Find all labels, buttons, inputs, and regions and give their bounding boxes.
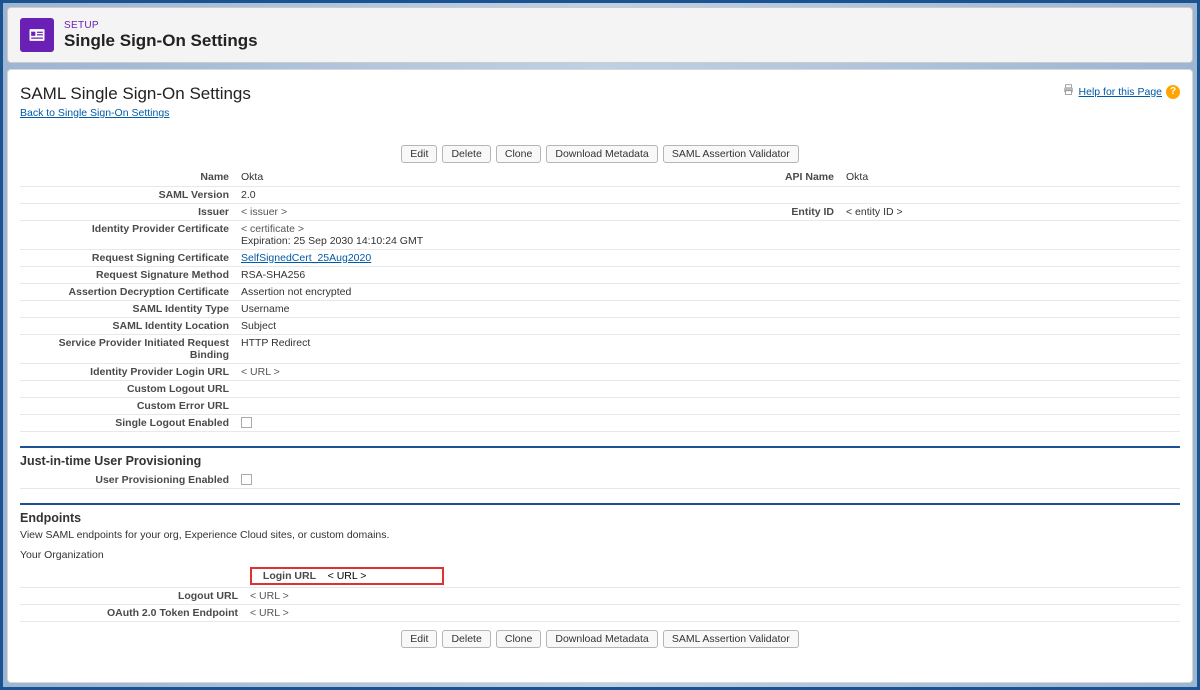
value-saml-version: 2.0 [235,186,1180,203]
value-identity-type: Username [235,300,1180,317]
label-api-name: API Name [740,169,840,186]
value-idp-cert-line2: Expiration: 25 Sep 2030 14:10:24 GMT [241,235,1174,247]
label-idp-login-url: Identity Provider Login URL [20,363,235,380]
label-req-sign-cert: Request Signing Certificate [20,249,235,266]
value-custom-logout [235,380,1180,397]
row-saml-version: SAML Version 2.0 [20,186,1180,203]
row-custom-logout: Custom Logout URL [20,380,1180,397]
setup-title: Single Sign-On Settings [64,31,258,51]
row-oauth-endpoint: OAuth 2.0 Token Endpoint < URL > [20,605,1180,622]
edit-button[interactable]: Edit [401,145,437,163]
row-idp-cert: Identity Provider Certificate < certific… [20,220,1180,249]
label-assertion-decrypt: Assertion Decryption Certificate [20,283,235,300]
your-org-label: Your Organization [20,549,1180,561]
row-identity-type: SAML Identity Type Username [20,300,1180,317]
label-oauth-endpoint: OAuth 2.0 Token Endpoint [20,605,244,622]
row-assertion-decrypt: Assertion Decryption Certificate Asserti… [20,283,1180,300]
label-custom-logout: Custom Logout URL [20,380,235,397]
label-saml-version: SAML Version [20,186,235,203]
id-card-icon [20,18,54,52]
detail-table: Name Okta API Name Okta SAML Version 2.0… [20,169,1180,432]
value-identity-location: Subject [235,317,1180,334]
label-user-provisioning: User Provisioning Enabled [20,472,235,489]
value-sp-binding: HTTP Redirect [235,334,1180,363]
row-req-sign-cert: Request Signing Certificate SelfSignedCe… [20,249,1180,266]
back-link[interactable]: Back to Single Sign-On Settings [20,107,169,119]
label-sp-binding: Service Provider Initiated Request Bindi… [20,334,235,363]
label-login-url: Login URL [256,570,316,582]
row-sp-binding: Service Provider Initiated Request Bindi… [20,334,1180,363]
saml-validator-button-bottom[interactable]: SAML Assertion Validator [663,630,799,648]
label-entity-id: Entity ID [740,203,840,220]
row-identity-location: SAML Identity Location Subject [20,317,1180,334]
download-metadata-button-bottom[interactable]: Download Metadata [546,630,657,648]
edit-button-bottom[interactable]: Edit [401,630,437,648]
row-user-provisioning: User Provisioning Enabled [20,472,1180,489]
download-metadata-button[interactable]: Download Metadata [546,145,657,163]
row-login-url: Login URL < URL > [20,565,1180,588]
value-req-sign-cert[interactable]: SelfSignedCert_25Aug2020 [241,252,371,264]
button-row-top: Edit Delete Clone Download Metadata SAML… [20,145,1180,163]
row-req-sig-method: Request Signature Method RSA-SHA256 [20,266,1180,283]
delete-button-bottom[interactable]: Delete [442,630,490,648]
label-logout-url: Logout URL [20,588,244,605]
saml-validator-button[interactable]: SAML Assertion Validator [663,145,799,163]
row-logout-url: Logout URL < URL > [20,588,1180,605]
endpoints-table: Login URL < URL > Logout URL < URL > OAu… [20,565,1180,622]
row-name: Name Okta API Name Okta [20,169,1180,186]
single-logout-checkbox [241,417,252,428]
setup-label: SETUP [64,20,258,31]
value-entity-id: < entity ID > [846,206,903,218]
value-assertion-decrypt: Assertion not encrypted [235,283,1180,300]
value-req-sig-method: RSA-SHA256 [235,266,1180,283]
button-row-bottom: Edit Delete Clone Download Metadata SAML… [20,630,1180,648]
value-issuer: < issuer > [241,206,287,218]
label-identity-location: SAML Identity Location [20,317,235,334]
label-req-sig-method: Request Signature Method [20,266,235,283]
endpoints-desc: View SAML endpoints for your org, Experi… [20,529,1180,541]
value-api-name: Okta [840,169,1180,186]
user-provisioning-checkbox [241,474,252,485]
help-icon[interactable]: ? [1166,85,1180,99]
value-idp-login-url: < URL > [241,366,280,378]
row-issuer: Issuer < issuer > Entity ID < entity ID … [20,203,1180,220]
row-single-logout: Single Logout Enabled [20,414,1180,431]
label-name: Name [20,169,235,186]
login-url-highlight: Login URL < URL > [250,567,444,585]
row-idp-login-url: Identity Provider Login URL < URL > [20,363,1180,380]
label-issuer: Issuer [20,203,235,220]
label-idp-cert: Identity Provider Certificate [20,220,235,249]
value-name: Okta [235,169,740,186]
label-identity-type: SAML Identity Type [20,300,235,317]
content-panel: SAML Single Sign-On Settings Back to Sin… [7,69,1193,683]
clone-button-bottom[interactable]: Clone [496,630,541,648]
help-link[interactable]: Help for this Page [1079,86,1162,98]
label-custom-error: Custom Error URL [20,397,235,414]
clone-button[interactable]: Clone [496,145,541,163]
value-oauth-endpoint: < URL > [250,607,289,619]
value-custom-error [235,397,1180,414]
jit-heading: Just-in-time User Provisioning [20,446,1180,468]
delete-button[interactable]: Delete [442,145,490,163]
printer-icon[interactable] [1062,84,1075,99]
value-idp-cert-line1: < certificate > [241,223,1174,235]
value-logout-url: < URL > [250,590,289,602]
label-single-logout: Single Logout Enabled [20,414,235,431]
row-custom-error: Custom Error URL [20,397,1180,414]
page-title: SAML Single Sign-On Settings [20,84,251,104]
value-login-url: < URL > [328,570,438,582]
setup-header: SETUP Single Sign-On Settings [7,7,1193,63]
endpoints-heading: Endpoints [20,503,1180,525]
